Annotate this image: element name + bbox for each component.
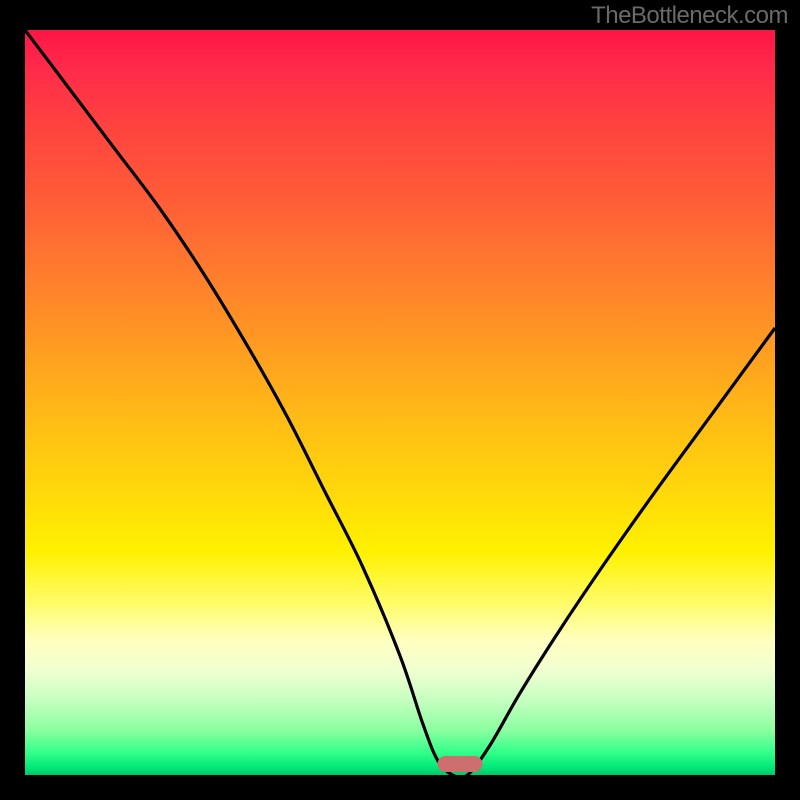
watermark-text: TheBottleneck.com bbox=[591, 2, 788, 30]
bottleneck-curve bbox=[25, 30, 775, 775]
chart-container: TheBottleneck.com bbox=[0, 0, 800, 800]
plot-area bbox=[25, 30, 775, 775]
optimal-marker bbox=[438, 756, 483, 772]
